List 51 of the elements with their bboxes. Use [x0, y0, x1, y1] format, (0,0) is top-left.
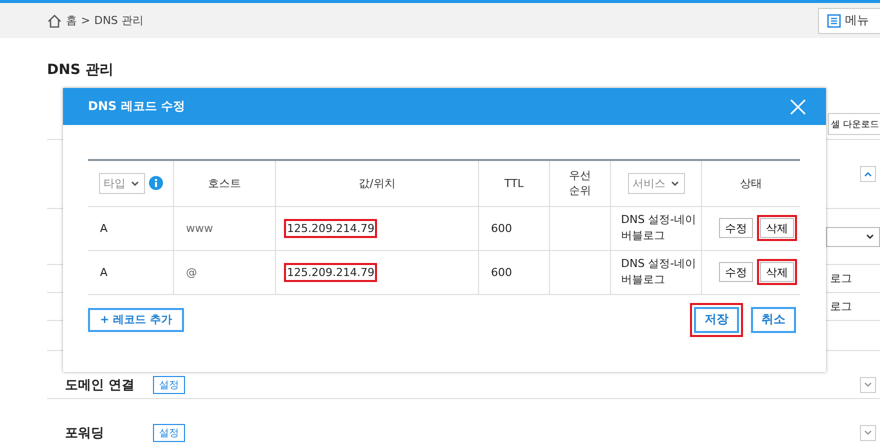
column-header: 상태: [740, 176, 762, 190]
breadcrumb-separator: >: [81, 14, 90, 27]
breadcrumb-link[interactable]: 홈: [66, 13, 77, 28]
row-action-button[interactable]: 수정: [719, 262, 753, 282]
table-cell-text: DNS 설정-네이버블로그: [621, 256, 698, 288]
page-title: DNS 관리: [47, 61, 114, 80]
column-header: 호스트: [208, 176, 241, 190]
excel-download-button[interactable]: 셀 다운로드: [828, 113, 880, 135]
table-cell: 로그: [830, 271, 852, 286]
settings-button[interactable]: 설정: [153, 424, 185, 442]
settings-button[interactable]: 설정: [153, 376, 185, 394]
table-cell: 125.209.214.79: [287, 266, 374, 278]
close-button[interactable]: [790, 98, 806, 114]
table-cell: www: [186, 222, 213, 234]
chevron-down-icon: [670, 179, 680, 188]
column-header: TTL: [504, 176, 524, 190]
table-cell: A: [100, 266, 108, 278]
list-icon: [827, 14, 841, 28]
chevron-up-icon: [863, 170, 873, 178]
column-header: 우선 순위: [568, 168, 592, 198]
chevron-down-icon: [863, 428, 873, 436]
table-cell: 로그: [830, 299, 852, 314]
home-icon: [47, 14, 62, 28]
expand-button[interactable]: [860, 376, 876, 392]
cancel-button[interactable]: 취소: [751, 306, 796, 332]
filter-dropdown[interactable]: 타입: [98, 172, 144, 194]
breadcrumb-link[interactable]: DNS 관리: [94, 13, 144, 28]
save-button[interactable]: 저장: [694, 306, 739, 332]
table-cell-text: DNS 설정-네이버블로그: [621, 212, 698, 244]
chevron-down-icon: [130, 179, 140, 188]
column-header: 값/위치: [358, 176, 396, 190]
row-action-button[interactable]: 수정: [719, 218, 753, 238]
select-field[interactable]: [826, 226, 880, 246]
dialog-title: DNS 레코드 수정: [88, 98, 186, 115]
chevron-down-icon: [863, 380, 873, 388]
section-title: 포워딩: [65, 424, 105, 442]
table-cell: 125.209.214.79: [287, 222, 374, 234]
table-cell: A: [100, 222, 108, 234]
row-action-button[interactable]: 삭제: [760, 218, 794, 238]
filter-dropdown[interactable]: 서비스: [628, 172, 684, 194]
table-cell: 600: [491, 266, 512, 278]
chevron-down-icon: [865, 232, 875, 240]
section-title: 도메인 연결: [65, 376, 136, 394]
close-icon: [790, 98, 806, 114]
row-action-button[interactable]: 삭제: [760, 262, 794, 282]
table-cell: @: [186, 266, 197, 278]
manual-button[interactable]: 메뉴: [818, 8, 880, 34]
expand-button[interactable]: [860, 424, 876, 440]
add-record-button[interactable]: + 레코드 추가: [88, 308, 184, 332]
table-cell: 600: [491, 222, 512, 234]
collapse-button[interactable]: [860, 166, 876, 182]
